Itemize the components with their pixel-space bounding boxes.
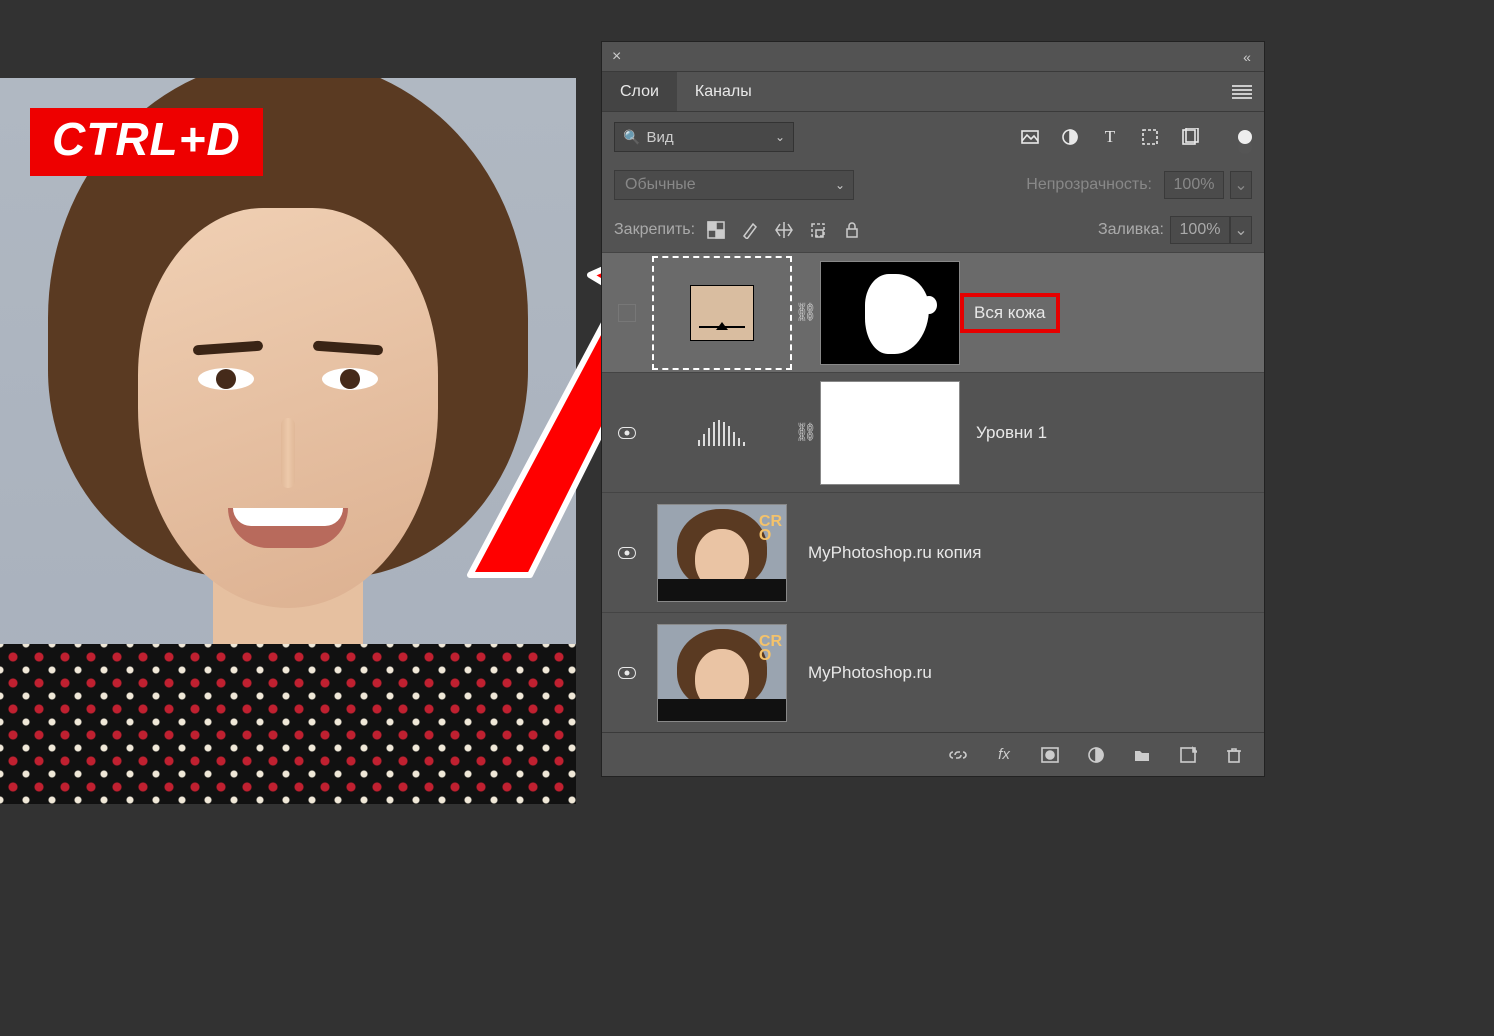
panel-footer: fx <box>602 732 1264 776</box>
collapse-icon[interactable] <box>1240 52 1254 62</box>
add-mask-icon[interactable] <box>1040 745 1060 765</box>
new-layer-icon[interactable] <box>1178 745 1198 765</box>
chevron-down-icon: ⌄ <box>835 178 845 192</box>
lock-transparent-icon[interactable] <box>707 221 725 239</box>
new-group-icon[interactable] <box>1132 745 1152 765</box>
layer-name[interactable]: Вся кожа <box>960 293 1060 333</box>
visibility-toggle[interactable] <box>618 427 636 439</box>
photo-brow <box>313 341 384 356</box>
link-icon[interactable]: ⛓ <box>792 302 820 323</box>
visibility-toggle[interactable] <box>618 667 636 679</box>
link-icon[interactable]: ⛓ <box>792 422 820 443</box>
panel-top-bar: × <box>602 42 1264 72</box>
lock-pixels-icon[interactable] <box>741 221 759 239</box>
lock-icons <box>707 221 861 239</box>
fill-value[interactable]: 100% <box>1170 216 1230 244</box>
layer-name[interactable]: Уровни 1 <box>960 423 1047 443</box>
blend-row: Обычные ⌄ Непрозрачность: 100% ⌄ <box>602 162 1264 208</box>
link-layers-icon[interactable] <box>948 745 968 765</box>
photo-dress <box>0 644 576 804</box>
layers-list: ⛓ Вся кожа ⛓ Уровни 1 CRO MyPhotoshop.ru… <box>602 252 1264 732</box>
photo-face <box>138 208 438 608</box>
lock-artboard-icon[interactable] <box>809 221 827 239</box>
filter-pixel-icon[interactable] <box>1020 127 1040 147</box>
fill-chevron[interactable]: ⌄ <box>1230 216 1252 244</box>
photo-background <box>0 78 576 804</box>
layer-name[interactable]: MyPhotoshop.ru <box>792 663 932 683</box>
shortcut-badge: CTRL+D <box>30 108 263 176</box>
layer-mask-thumbnail[interactable] <box>820 381 960 485</box>
layer-fx-icon[interactable]: fx <box>994 745 1014 765</box>
adjustment-thumbnail[interactable] <box>652 256 792 370</box>
visibility-toggle[interactable] <box>618 304 636 322</box>
tab-channels[interactable]: Каналы <box>677 72 770 111</box>
layer-row[interactable]: ⛓ Вся кожа <box>602 252 1264 372</box>
blend-mode-select[interactable]: Обычные ⌄ <box>614 170 854 200</box>
photo-brow <box>193 341 264 356</box>
filter-row: 🔍 Вид ⌄ T <box>602 112 1264 162</box>
lock-all-icon[interactable] <box>843 221 861 239</box>
layer-row[interactable]: CRO MyPhotoshop.ru копия <box>602 492 1264 612</box>
filter-smart-icon[interactable] <box>1180 127 1200 147</box>
add-adjustment-icon[interactable] <box>1086 745 1106 765</box>
filter-label: Вид <box>646 129 673 146</box>
panel-tabs: Слои Каналы <box>602 72 1264 112</box>
filter-adjust-icon[interactable] <box>1060 127 1080 147</box>
layer-row[interactable]: ⛓ Уровни 1 <box>602 372 1264 492</box>
document-canvas: CTRL+D <box>0 78 576 804</box>
filter-icons: T <box>1020 127 1252 147</box>
fill-label: Заливка: <box>1098 221 1164 239</box>
filter-toggle[interactable] <box>1238 130 1252 144</box>
filter-type-icon[interactable]: T <box>1100 127 1120 147</box>
layers-panel: × Слои Каналы 🔍 Вид ⌄ T Обычные ⌄ Непроз… <box>602 42 1264 776</box>
blend-mode-value: Обычные <box>625 176 696 194</box>
panel-menu-icon[interactable] <box>1232 85 1252 99</box>
tab-layers[interactable]: Слои <box>602 72 677 111</box>
search-icon: 🔍 <box>623 129 640 146</box>
filter-shape-icon[interactable] <box>1140 127 1160 147</box>
photo-eye <box>198 368 254 390</box>
opacity-value[interactable]: 100% <box>1164 171 1224 199</box>
photo-teeth <box>233 508 343 526</box>
adjustment-thumbnail[interactable] <box>652 376 792 490</box>
layer-thumbnail[interactable]: CRO <box>652 496 792 610</box>
lock-row: Закрепить: Заливка: 100% ⌄ <box>602 208 1264 252</box>
opacity-label: Непрозрачность: <box>1026 176 1152 194</box>
chevron-down-icon: ⌄ <box>775 130 785 144</box>
visibility-toggle[interactable] <box>618 547 636 559</box>
photo-eye <box>322 368 378 390</box>
levels-icon <box>695 418 749 448</box>
layer-mask-thumbnail[interactable] <box>820 261 960 365</box>
layer-filter-select[interactable]: 🔍 Вид ⌄ <box>614 122 794 152</box>
opacity-chevron[interactable]: ⌄ <box>1230 171 1252 199</box>
lock-label: Закрепить: <box>614 221 695 239</box>
photo-nose <box>281 418 295 488</box>
lock-position-icon[interactable] <box>775 221 793 239</box>
layer-row[interactable]: CRO MyPhotoshop.ru <box>602 612 1264 732</box>
layer-thumbnail[interactable]: CRO <box>652 616 792 730</box>
layer-name[interactable]: MyPhotoshop.ru копия <box>792 543 982 563</box>
delete-layer-icon[interactable] <box>1224 745 1244 765</box>
close-icon[interactable]: × <box>612 48 621 66</box>
